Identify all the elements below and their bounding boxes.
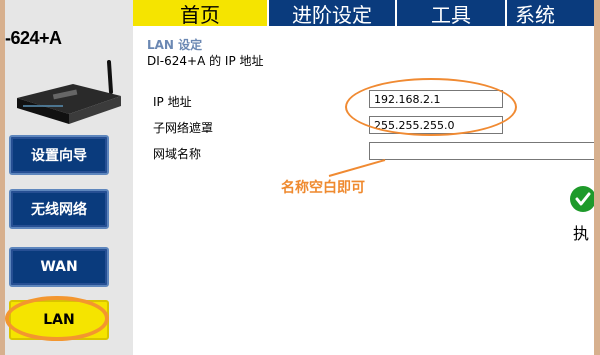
tab-system[interactable]: 系统 (507, 0, 594, 27)
ip-highlight-ellipse (345, 78, 517, 136)
subnet-mask-label: 子网络遮罩 (153, 121, 214, 135)
ip-address-label: IP 地址 (153, 95, 192, 109)
sidebar-item-wan[interactable]: WAN (9, 247, 109, 287)
domain-name-label: 网域名称 (153, 147, 202, 161)
sidebar-item-wireless[interactable]: 无线网络 (9, 189, 109, 229)
sidebar-item-label: 无线网络 (31, 202, 87, 218)
execute-label[interactable]: 执 (573, 220, 589, 244)
section-title: LAN 设定 (147, 38, 203, 52)
section-subtitle: DI-624+A 的 IP 地址 (147, 54, 264, 68)
sidebar-item-setup-wizard[interactable]: 设置向导 (9, 135, 109, 175)
main-panel: LAN 设定 DI-624+A 的 IP 地址 IP 地址 子网络遮罩 网域名称… (133, 26, 594, 355)
top-nav: 首页 进阶设定 工具 系统 (133, 0, 594, 27)
router-image (17, 60, 121, 124)
sidebar: -624+A 设置向导 无线网络 WAN LAN (5, 0, 133, 355)
lan-highlight-ring (5, 296, 109, 341)
tab-home[interactable]: 首页 (133, 0, 269, 27)
tab-label: 首页 (180, 2, 220, 27)
tab-advanced[interactable]: 进阶设定 (269, 0, 397, 27)
check-icon[interactable] (570, 186, 594, 212)
tab-tools[interactable]: 工具 (397, 0, 507, 27)
sidebar-item-label: WAN (40, 259, 78, 275)
annotation-note: 名称空白即可 (281, 180, 365, 196)
tab-label: 工具 (431, 2, 471, 27)
tab-label: 进阶设定 (292, 2, 372, 27)
sidebar-item-label: 设置向导 (31, 148, 87, 164)
domain-name-input[interactable] (369, 142, 594, 160)
tab-label: 系统 (515, 2, 555, 27)
app-frame: -624+A 设置向导 无线网络 WAN LAN 首页 进阶设定 工具 系统 L… (5, 0, 594, 355)
device-model-label: -624+A (5, 28, 62, 48)
